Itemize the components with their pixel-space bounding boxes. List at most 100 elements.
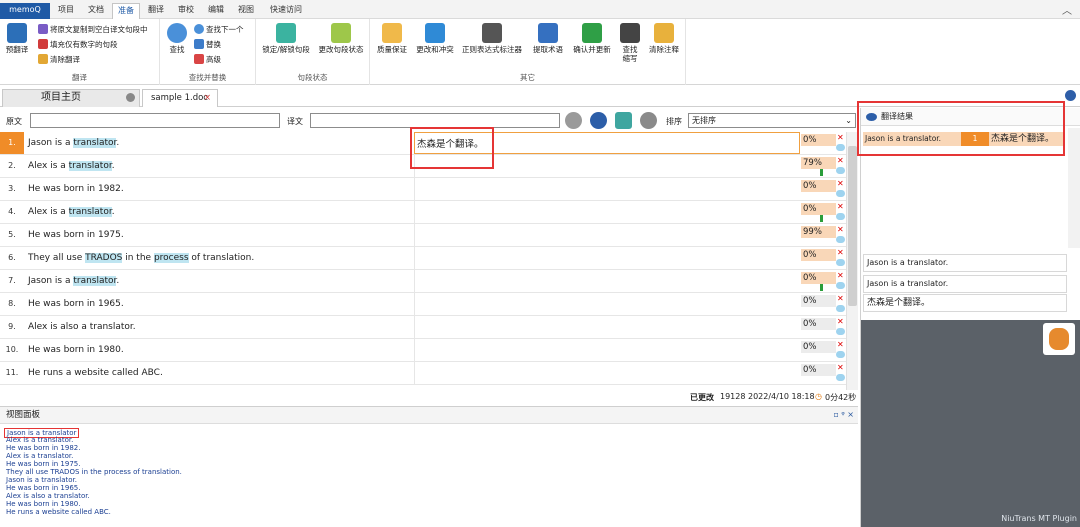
segment-target[interactable] — [414, 270, 800, 293]
regex-tagger-button[interactable]: 正则表达式标注器 — [460, 23, 524, 54]
error-x-icon[interactable]: ✕ — [837, 340, 844, 349]
error-x-icon[interactable]: ✕ — [837, 225, 844, 234]
comment-icon[interactable] — [836, 236, 845, 243]
segment-number[interactable]: 11. — [0, 362, 24, 384]
app-menu-button[interactable]: memoQ — [0, 3, 50, 19]
segment-number[interactable]: 10. — [0, 339, 24, 361]
comment-icon[interactable] — [836, 259, 845, 266]
comment-icon[interactable] — [836, 167, 845, 174]
changes-button[interactable]: 更改和冲突 — [412, 23, 458, 54]
segment-row[interactable]: 10. He was born in 1980. 0% ✕ — [0, 339, 858, 362]
pretranslate-button[interactable]: 预翻译 — [3, 23, 31, 54]
segment-number[interactable]: 2. — [0, 155, 24, 177]
segment-source[interactable]: He was born in 1965. — [28, 299, 124, 309]
replace-button[interactable]: 替换 — [194, 39, 221, 50]
comment-icon[interactable] — [836, 213, 845, 220]
pin-icon[interactable] — [126, 93, 135, 102]
segment-source[interactable]: Jason is a translator. — [28, 276, 119, 286]
segment-target[interactable] — [414, 362, 800, 385]
translation-result-row[interactable]: Jason is a translator. 1 杰森是个翻译。 — [863, 132, 1065, 146]
segment-target[interactable] — [414, 201, 800, 224]
comment-icon[interactable] — [836, 351, 845, 358]
segment-number[interactable]: 6. — [0, 247, 24, 269]
segment-row[interactable]: 5. He was born in 1975. 99% ✕ — [0, 224, 858, 247]
error-x-icon[interactable]: ✕ — [837, 317, 844, 326]
menu-tab-quick-access[interactable]: 快速访问 — [266, 3, 306, 19]
clear-translation-button[interactable]: 清除翻译 — [38, 54, 80, 65]
comment-icon[interactable] — [836, 328, 845, 335]
clear-comments-button[interactable]: 清除注释 — [644, 23, 684, 54]
segment-row[interactable]: 1. Jason is a translator. 杰森是个翻译。 0% ✕ — [0, 132, 858, 155]
help-icon[interactable] — [1065, 90, 1076, 101]
grid-scrollbar[interactable] — [846, 132, 858, 390]
error-x-icon[interactable]: ✕ — [837, 179, 844, 188]
source-filter-input[interactable] — [30, 113, 280, 128]
tab-project-home[interactable]: 项目主页 — [2, 89, 140, 107]
error-x-icon[interactable]: ✕ — [837, 363, 844, 372]
segment-source[interactable]: He was born in 1975. — [28, 230, 124, 240]
copy-source-button[interactable]: 将原文复制到空白译文句段中 — [38, 24, 148, 35]
target-filter-input[interactable] — [310, 113, 560, 128]
segment-source[interactable]: He was born in 1982. — [28, 184, 124, 194]
segment-source[interactable]: They all use TRADOS in the process of tr… — [28, 253, 254, 263]
sort-select[interactable]: 无排序 ⌄ — [688, 113, 856, 128]
gear-icon[interactable] — [590, 112, 607, 129]
segment-target[interactable] — [414, 178, 800, 201]
menu-tab-review[interactable]: 审校 — [174, 3, 198, 19]
segment-number[interactable]: 4. — [0, 201, 24, 223]
filter-add-icon[interactable] — [615, 112, 632, 129]
error-x-icon[interactable]: ✕ — [837, 133, 844, 142]
segment-target[interactable] — [414, 316, 800, 339]
menu-tab-prepare[interactable]: 准备 — [112, 3, 140, 19]
segment-source[interactable]: Alex is also a translator. — [28, 322, 136, 332]
close-icon[interactable]: × — [204, 90, 211, 106]
find-omissions-button[interactable]: 查找 缩写 — [616, 23, 644, 63]
segment-row[interactable]: 3. He was born in 1982. 0% ✕ — [0, 178, 858, 201]
comment-icon[interactable] — [836, 144, 845, 151]
error-x-icon[interactable]: ✕ — [837, 156, 844, 165]
segment-number[interactable]: 8. — [0, 293, 24, 315]
menu-tab-project[interactable]: 项目 — [54, 3, 78, 19]
comment-icon[interactable] — [836, 374, 845, 381]
comment-icon[interactable] — [836, 282, 845, 289]
menu-tab-view[interactable]: 视图 — [234, 3, 258, 19]
segment-row[interactable]: 7. Jason is a translator. 0% ✕ — [0, 270, 858, 293]
segment-number[interactable]: 9. — [0, 316, 24, 338]
segment-row[interactable]: 4. Alex is a translator. 0% ✕ — [0, 201, 858, 224]
confirm-update-button[interactable]: 确认并更新 — [570, 23, 614, 54]
results-scrollbar[interactable] — [1068, 128, 1080, 248]
menu-tab-edit[interactable]: 编辑 — [204, 3, 228, 19]
find-button[interactable]: 查找 — [164, 23, 190, 54]
segment-source[interactable]: Alex is a translator. — [28, 161, 115, 171]
segment-row[interactable]: 11. He runs a website called ABC. 0% ✕ — [0, 362, 858, 385]
menu-tab-translate[interactable]: 翻译 — [144, 3, 168, 19]
advanced-button[interactable]: 高级 — [194, 54, 221, 65]
comment-icon[interactable] — [836, 305, 845, 312]
segment-target[interactable] — [414, 155, 800, 178]
comment-icon[interactable] — [836, 190, 845, 197]
lock-unlock-button[interactable]: 锁定/解锁句段 — [258, 23, 314, 54]
view-panel-controls[interactable]: ▫ ᵠ × — [833, 407, 854, 423]
find-next-button[interactable]: 查找下一个 — [194, 24, 244, 35]
error-x-icon[interactable]: ✕ — [837, 271, 844, 280]
error-x-icon[interactable]: ✕ — [837, 248, 844, 257]
segment-number[interactable]: 1. — [0, 132, 24, 154]
segment-number[interactable]: 5. — [0, 224, 24, 246]
segment-number[interactable]: 3. — [0, 178, 24, 200]
fill-numbers-button[interactable]: 填充仅有数字的句段 — [38, 39, 118, 50]
error-x-icon[interactable]: ✕ — [837, 294, 844, 303]
segment-row[interactable]: 2. Alex is a translator. 79% ✕ — [0, 155, 858, 178]
segment-target[interactable] — [414, 339, 800, 362]
tab-sample-doc[interactable]: sample 1.doc × — [142, 89, 218, 107]
error-x-icon[interactable]: ✕ — [837, 202, 844, 211]
segment-target[interactable]: 杰森是个翻译。 — [414, 132, 800, 154]
change-status-button[interactable]: 更改句段状态 — [314, 23, 368, 54]
segment-source[interactable]: He was born in 1980. — [28, 345, 124, 355]
grid-scroll-thumb[interactable] — [848, 146, 857, 306]
zoom-icon[interactable] — [640, 112, 657, 129]
chevron-up-icon[interactable]: ︿ — [1062, 2, 1072, 17]
segment-target[interactable] — [414, 224, 800, 247]
menu-tab-document[interactable]: 文档 — [84, 3, 108, 19]
extract-terms-button[interactable]: 提取术语 — [528, 23, 568, 54]
segment-target[interactable] — [414, 293, 800, 316]
